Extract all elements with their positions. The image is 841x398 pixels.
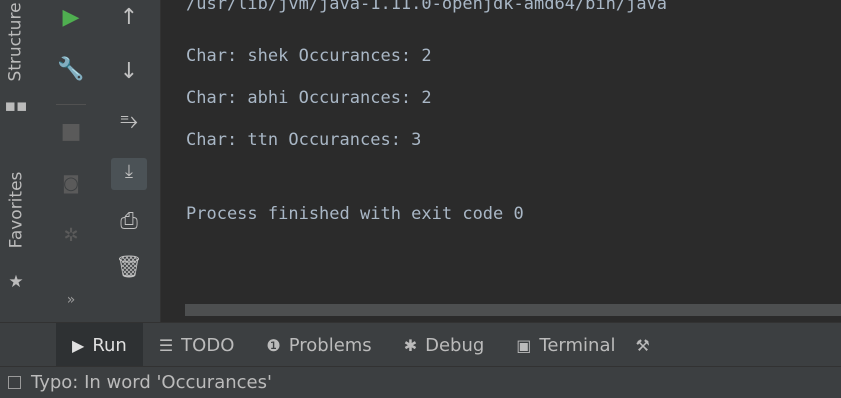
wrench-icon[interactable]: 🔧 [44, 56, 98, 84]
rerun-play-icon[interactable]: ▶ [44, 4, 98, 32]
tab-run-label: Run [92, 334, 127, 356]
trash-icon[interactable]: 🗑 [98, 254, 160, 282]
favorites-tab[interactable]: Favorites [0, 150, 32, 270]
console-line-exit: Process finished with exit code 0 [186, 204, 524, 224]
console-output[interactable]: /usr/lib/jvm/java-1.11.0-openjdk-amd64/b… [161, 0, 841, 322]
tab-todo-label: TODO [181, 334, 235, 356]
soft-wrap-icon[interactable]: ⥱ [98, 108, 160, 136]
favorites-tab-label: Favorites [6, 171, 27, 249]
tab-run[interactable]: ▶ Run [56, 323, 143, 367]
console-line: Char: ttn Occurances: 3 [186, 130, 422, 150]
structure-tab-label: Structure [6, 2, 26, 82]
more-chevron-icon[interactable]: » [44, 286, 98, 314]
left-tool-strip: Structure ▪▪ Favorites ★ [0, 0, 45, 322]
terminal-icon: ▣ [516, 335, 532, 355]
camera-icon[interactable]: ◙ [44, 170, 98, 198]
tab-terminal[interactable]: ▣ Terminal [500, 323, 631, 367]
bug-icon: ✱ [403, 335, 418, 355]
bottom-tool-tabs: ▶ Run ☰ TODO ❶ Problems ✱ Debug ▣ Termin… [0, 322, 841, 367]
down-arrow-icon[interactable]: ↓ [98, 58, 160, 86]
tab-debug-label: Debug [425, 334, 485, 356]
tab-debug[interactable]: ✱ Debug [388, 323, 501, 367]
console-line: Char: abhi Occurances: 2 [186, 88, 432, 108]
hammer-icon: ⚒ [635, 335, 650, 355]
tab-build[interactable]: ⚒ [632, 323, 654, 367]
tab-terminal-label: Terminal [539, 334, 616, 356]
tab-todo[interactable]: ☰ TODO [143, 323, 251, 367]
scroll-to-end-icon[interactable]: ⤓ [111, 158, 147, 190]
status-bar: Typo: In word 'Occurances' [0, 366, 841, 398]
run-toolbar-primary: ▶ 🔧 ■ ◙ ✲ » [44, 0, 98, 322]
toolbar-separator [56, 104, 86, 105]
structure-tab[interactable]: Structure [0, 0, 32, 84]
console-line-command: /usr/lib/jvm/java-1.11.0-openjdk-amd64/b… [186, 0, 668, 14]
info-circle-icon: ❶ [266, 335, 281, 355]
console-line: Char: shek Occurances: 2 [186, 46, 432, 66]
list-icon: ☰ [158, 335, 174, 355]
stop-icon[interactable]: ■ [44, 118, 98, 146]
play-icon: ▶ [72, 335, 85, 355]
structure-icon: ▪▪ [4, 96, 28, 116]
tab-problems[interactable]: ❶ Problems [250, 323, 387, 367]
status-message[interactable]: Typo: In word 'Occurances' [31, 372, 272, 393]
run-toolbar-secondary: ↑ ↓ ⥱ ⤓ ⎙ 🗑 [98, 0, 161, 322]
settings-bug-icon[interactable]: ✲ [44, 222, 98, 250]
up-arrow-icon[interactable]: ↑ [98, 4, 160, 32]
star-icon: ★ [8, 272, 24, 292]
window-square-icon[interactable] [8, 376, 21, 389]
print-icon[interactable]: ⎙ [98, 208, 160, 236]
horizontal-scrollbar[interactable] [185, 304, 841, 316]
tab-problems-label: Problems [288, 334, 372, 356]
